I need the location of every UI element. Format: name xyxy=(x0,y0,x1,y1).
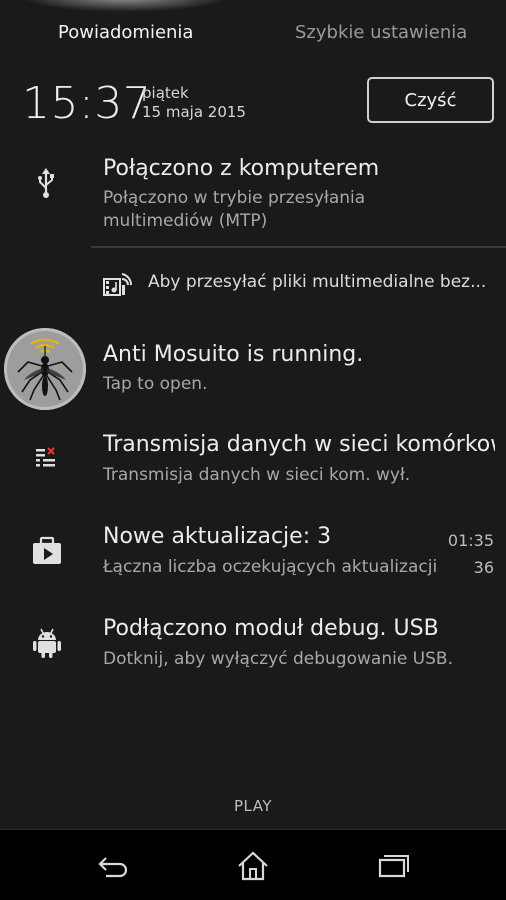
notification-mtp-hint[interactable]: Aby przesyłać pliki multimedialne bez... xyxy=(0,250,506,316)
usb-icon xyxy=(30,168,62,200)
divider xyxy=(91,246,506,248)
notification-subtitle: Łączna liczba oczekujących aktualizacji xyxy=(103,557,438,577)
navigation-bar xyxy=(0,830,506,900)
notification-subtitle-line2: multimediów (MTP) xyxy=(103,211,268,231)
tab-bar: Powiadomienia Szybkie ustawienia xyxy=(0,0,506,66)
date-label: 15 maja 2015 xyxy=(142,103,246,121)
notification-text: Aby przesyłać pliki multimedialne bez... xyxy=(148,272,487,292)
notification-time: 01:35 xyxy=(447,531,494,550)
notification-subtitle-line1: Połączono w trybie przesyłania xyxy=(103,188,366,208)
recents-icon[interactable] xyxy=(373,848,413,884)
notification-updates[interactable]: Nowe aktualizacje: 3 Łączna liczba oczek… xyxy=(0,512,506,594)
notification-usb-connected[interactable]: Połączono z komputerem Połączono w trybi… xyxy=(0,140,506,246)
notification-mobile-data[interactable]: Transmisja danych w sieci komórkowej Tra… xyxy=(0,420,506,502)
back-icon[interactable] xyxy=(93,848,133,884)
carrier-label: PLAY xyxy=(233,797,272,815)
day-of-week: piątek xyxy=(142,84,189,102)
android-icon xyxy=(30,626,64,660)
notification-anti-mosquito[interactable]: Anti Mosuito is running. Tap to open. xyxy=(0,328,506,410)
clear-all-button[interactable]: Czyść xyxy=(367,77,494,123)
notification-title: Podłączono moduł debug. USB xyxy=(103,616,439,641)
tab-quick-settings[interactable]: Szybkie ustawienia xyxy=(295,22,467,43)
notification-subtitle: Transmisja danych w sieci kom. wył. xyxy=(103,465,411,485)
data-off-icon xyxy=(32,444,62,474)
notification-usb-debug[interactable]: Podłączono moduł debug. USB Dotknij, aby… xyxy=(0,604,506,686)
play-store-icon xyxy=(30,534,64,568)
notification-title: Anti Mosuito is running. xyxy=(103,342,364,367)
notification-title: Nowe aktualizacje: 3 xyxy=(103,524,332,549)
clock-time: 15:37 xyxy=(22,78,152,129)
home-icon[interactable] xyxy=(233,848,273,884)
notification-title: Transmisja danych w sieci komórkowej xyxy=(103,432,495,457)
notification-subtitle: Dotknij, aby wyłączyć debugowanie USB. xyxy=(103,649,453,669)
notification-count: 36 xyxy=(473,558,494,577)
notification-title: Połączono z komputerem xyxy=(103,156,380,181)
tab-notifications[interactable]: Powiadomienia xyxy=(58,22,193,43)
notification-subtitle: Tap to open. xyxy=(103,374,208,394)
media-wireless-icon xyxy=(102,270,132,298)
